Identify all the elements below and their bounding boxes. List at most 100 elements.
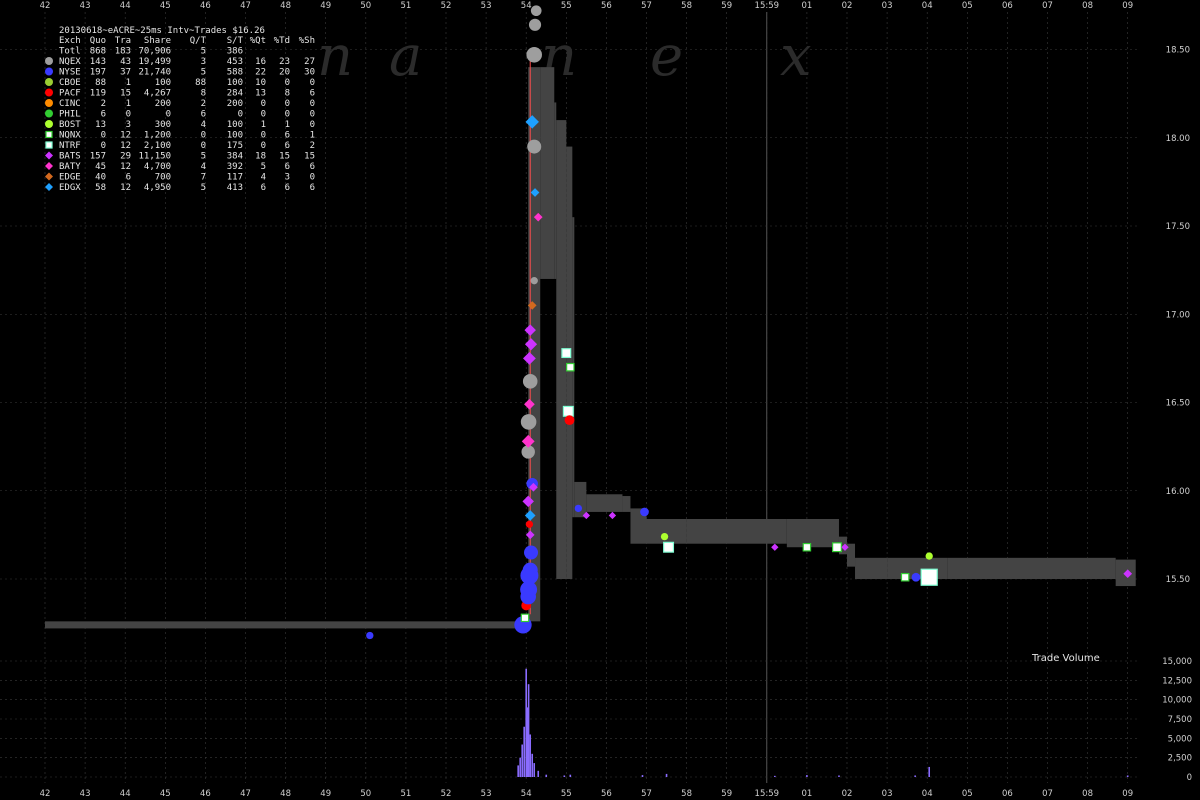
time-tick-label: 55 [561, 789, 572, 799]
time-tick-label: 50 [360, 789, 371, 799]
legend-cell: 4 [201, 162, 206, 172]
time-tick-label: 03 [882, 789, 893, 799]
legend-header-cell: Exch [59, 36, 81, 46]
time-tick-label: 49 [320, 1, 331, 11]
price-tick-label: 18.50 [1166, 46, 1190, 56]
trade-marker [530, 5, 542, 17]
trade-marker [527, 139, 542, 154]
legend-cell: 7 [201, 173, 206, 183]
time-tick-label: 48 [280, 789, 291, 799]
legend-cell: 3 [126, 120, 131, 130]
legend-cell: 20 [279, 68, 290, 78]
trade-marker [524, 545, 539, 560]
legend-marker [45, 57, 53, 65]
volume-tick-label: 0 [1187, 773, 1192, 783]
legend-cell: 0 [126, 110, 131, 120]
legend-header-cell: Quo [90, 36, 106, 46]
legend-cell: 119 [90, 89, 106, 99]
time-tick-label: 58 [681, 789, 692, 799]
legend-cell: 13 [95, 120, 106, 130]
legend-cell: 100 [227, 78, 243, 88]
trade-marker [802, 542, 812, 552]
price-tick-label: 17.00 [1166, 310, 1190, 320]
legend-cell: 183 [115, 47, 131, 57]
legend-cell: 2 [201, 99, 206, 109]
legend-cell: 175 [227, 141, 243, 151]
legend-cell: 4 [201, 120, 206, 130]
watermark-letter: n [317, 24, 353, 89]
time-tick-label: 59 [721, 789, 732, 799]
legend-cell: 13 [255, 89, 266, 99]
volume-bar [665, 773, 668, 777]
legend-cell: 4,700 [144, 162, 171, 172]
time-tick-label: 09 [1122, 789, 1133, 799]
legend-cell: 27 [304, 57, 315, 67]
legend-cell: 6 [126, 173, 131, 183]
time-tick-label: 46 [200, 1, 211, 11]
time-tick-label: 15:59 [755, 789, 780, 799]
legend-cell: 143 [90, 57, 106, 67]
legend-cell: 453 [227, 57, 243, 67]
watermark-letter: e [650, 24, 683, 89]
legend-header-cell: %Td [274, 36, 290, 46]
volume-bar [533, 763, 536, 777]
time-tick-label: 06 [1002, 789, 1013, 799]
legend-cell: 0 [310, 173, 315, 183]
legend-cell: 0 [238, 110, 243, 120]
trade-marker [530, 277, 538, 285]
time-tick-label: 45 [160, 789, 171, 799]
legend-cell: 21,740 [138, 68, 171, 78]
legend-cell: 5 [201, 47, 206, 57]
legend-marker [45, 99, 53, 107]
legend-cell: 4,950 [144, 183, 171, 193]
legend-cell: 1 [261, 120, 266, 130]
legend-cell: 40 [95, 173, 106, 183]
legend-cell: 0 [310, 110, 315, 120]
legend-marker [45, 88, 53, 97]
volume-bar [523, 726, 525, 777]
legend-cell: 392 [227, 162, 243, 172]
trade-marker [520, 613, 530, 623]
legend-cell: 0 [101, 141, 106, 151]
trade-marker [640, 507, 649, 517]
legend-cell: 6 [310, 89, 315, 99]
volume-tick-label: 15,000 [1162, 657, 1192, 667]
nbbo-band-segment [686, 518, 787, 544]
time-tick-label: 04 [922, 789, 933, 799]
time-tick-label: 43 [80, 1, 91, 11]
legend-cell: 6 [201, 110, 206, 120]
legend-cell: 1,200 [144, 131, 171, 141]
time-tick-label: 42 [40, 1, 51, 11]
price-tick-label: 15.50 [1166, 575, 1190, 585]
nbbo-trade-chart: nanex 4242434344444545464647474848494950… [0, 0, 1200, 800]
legend-cell: 100 [227, 131, 243, 141]
time-tick-label: 54 [521, 1, 532, 11]
time-tick-label: 55 [561, 1, 572, 11]
chart-background [0, 0, 1200, 800]
time-tick-label: 50 [360, 1, 371, 11]
trade-marker [574, 504, 582, 513]
legend-cell: NQNX [59, 131, 81, 141]
volume-bar [527, 684, 530, 777]
legend-cell: 2 [310, 141, 315, 151]
volume-tick-label: 5,000 [1168, 734, 1192, 744]
legend-cell: 4 [261, 173, 266, 183]
time-tick-label: 44 [120, 1, 131, 11]
legend-cell: 6 [101, 110, 106, 120]
legend-header-cell: Tra [115, 36, 131, 46]
volume-bar [545, 774, 548, 777]
legend-cell: 37 [120, 68, 131, 78]
volume-panel-title: Trade Volume [1031, 653, 1100, 664]
legend-cell: 1 [126, 78, 131, 88]
legend-header-cell: S/T [227, 36, 244, 46]
legend-cell: 12 [120, 183, 131, 193]
legend-cell: 5 [201, 152, 206, 162]
price-tick-label: 16.50 [1166, 399, 1190, 409]
legend-cell: NQEX [59, 57, 81, 67]
legend-header-cell: Q/T [190, 36, 207, 46]
legend-cell: 2 [101, 99, 106, 109]
legend-cell: EDGX [59, 183, 81, 193]
time-tick-label: 53 [481, 1, 492, 11]
time-tick-label: 49 [320, 789, 331, 799]
legend-cell: 22 [255, 68, 266, 78]
